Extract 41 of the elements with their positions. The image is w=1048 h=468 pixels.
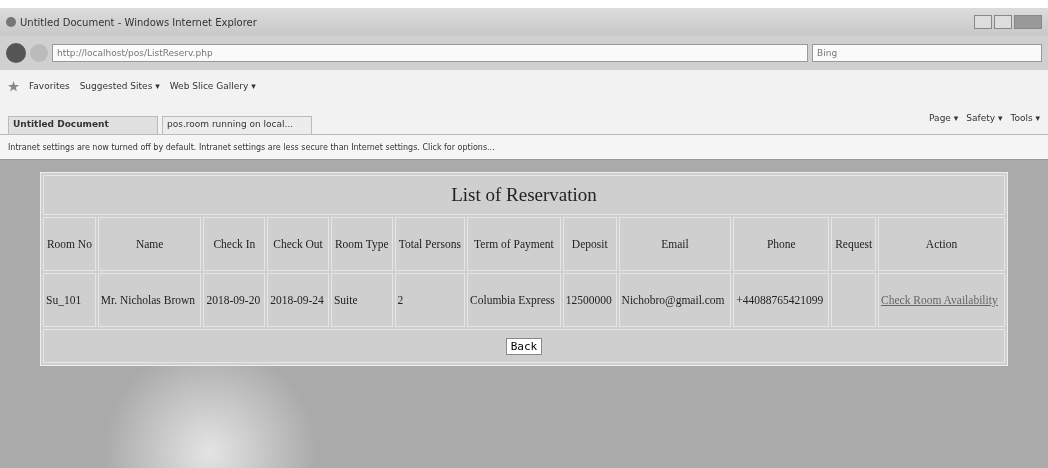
table-cell: Suite (330, 273, 393, 327)
column-header: Room Type (330, 217, 393, 271)
column-header: Term of Payment (467, 217, 561, 271)
favorites-button[interactable]: Favorites (29, 81, 70, 91)
table-cell: 2018-09-20 (203, 273, 266, 327)
back-button[interactable]: Back (505, 337, 543, 355)
column-header: Deposit (562, 217, 617, 271)
table-cell: Su_101 (43, 273, 96, 327)
column-header: Room No (43, 217, 96, 271)
browser-tab[interactable]: Untitled Document (8, 116, 158, 134)
star-icon (8, 80, 19, 92)
favorites-link[interactable]: Suggested Sites ▾ (79, 81, 160, 91)
table-cell: 2 (394, 273, 466, 327)
command-menu[interactable]: Tools ▾ (1010, 113, 1040, 123)
address-field[interactable]: http://localhost/pos/ListReserv.php (52, 44, 808, 62)
maximize-button[interactable] (994, 15, 1012, 29)
table-cell: Nichobro@gmail.com (618, 273, 732, 327)
column-header: Check Out (267, 217, 329, 271)
search-field[interactable]: Bing (812, 44, 1042, 62)
table-title: List of Reservation (43, 175, 1005, 215)
window-title: Untitled Document - Windows Internet Explorer (20, 16, 257, 28)
column-header: Action (878, 217, 1005, 271)
command-menu[interactable]: Safety ▾ (966, 113, 1003, 123)
favorites-link[interactable]: Web Slice Gallery ▾ (169, 81, 256, 91)
browser-tab[interactable]: pos.room running on local... (162, 116, 312, 134)
column-header: Request (831, 217, 876, 271)
table-cell: 12500000 (562, 273, 617, 327)
table-cell: Mr. Nicholas Brown (97, 273, 202, 327)
column-header: Email (618, 217, 732, 271)
table-cell: Columbia Express (467, 273, 561, 327)
column-header: Name (97, 217, 202, 271)
column-header: Phone (733, 217, 830, 271)
command-menu[interactable]: Page ▾ (929, 113, 959, 123)
column-header: Check In (203, 217, 266, 271)
back-nav-button[interactable] (6, 43, 26, 63)
table-cell: 2018-09-24 (267, 273, 329, 327)
column-header: Total Persons (394, 217, 466, 271)
check-availability-link[interactable]: Check Room Availability (881, 294, 998, 306)
info-bar[interactable]: Intranet settings are now turned off by default. Intranet settings are less secure than Internet settings. Click for options... (0, 135, 1048, 160)
table-cell: +44088765421099 (733, 273, 830, 327)
minimize-button[interactable] (974, 15, 992, 29)
